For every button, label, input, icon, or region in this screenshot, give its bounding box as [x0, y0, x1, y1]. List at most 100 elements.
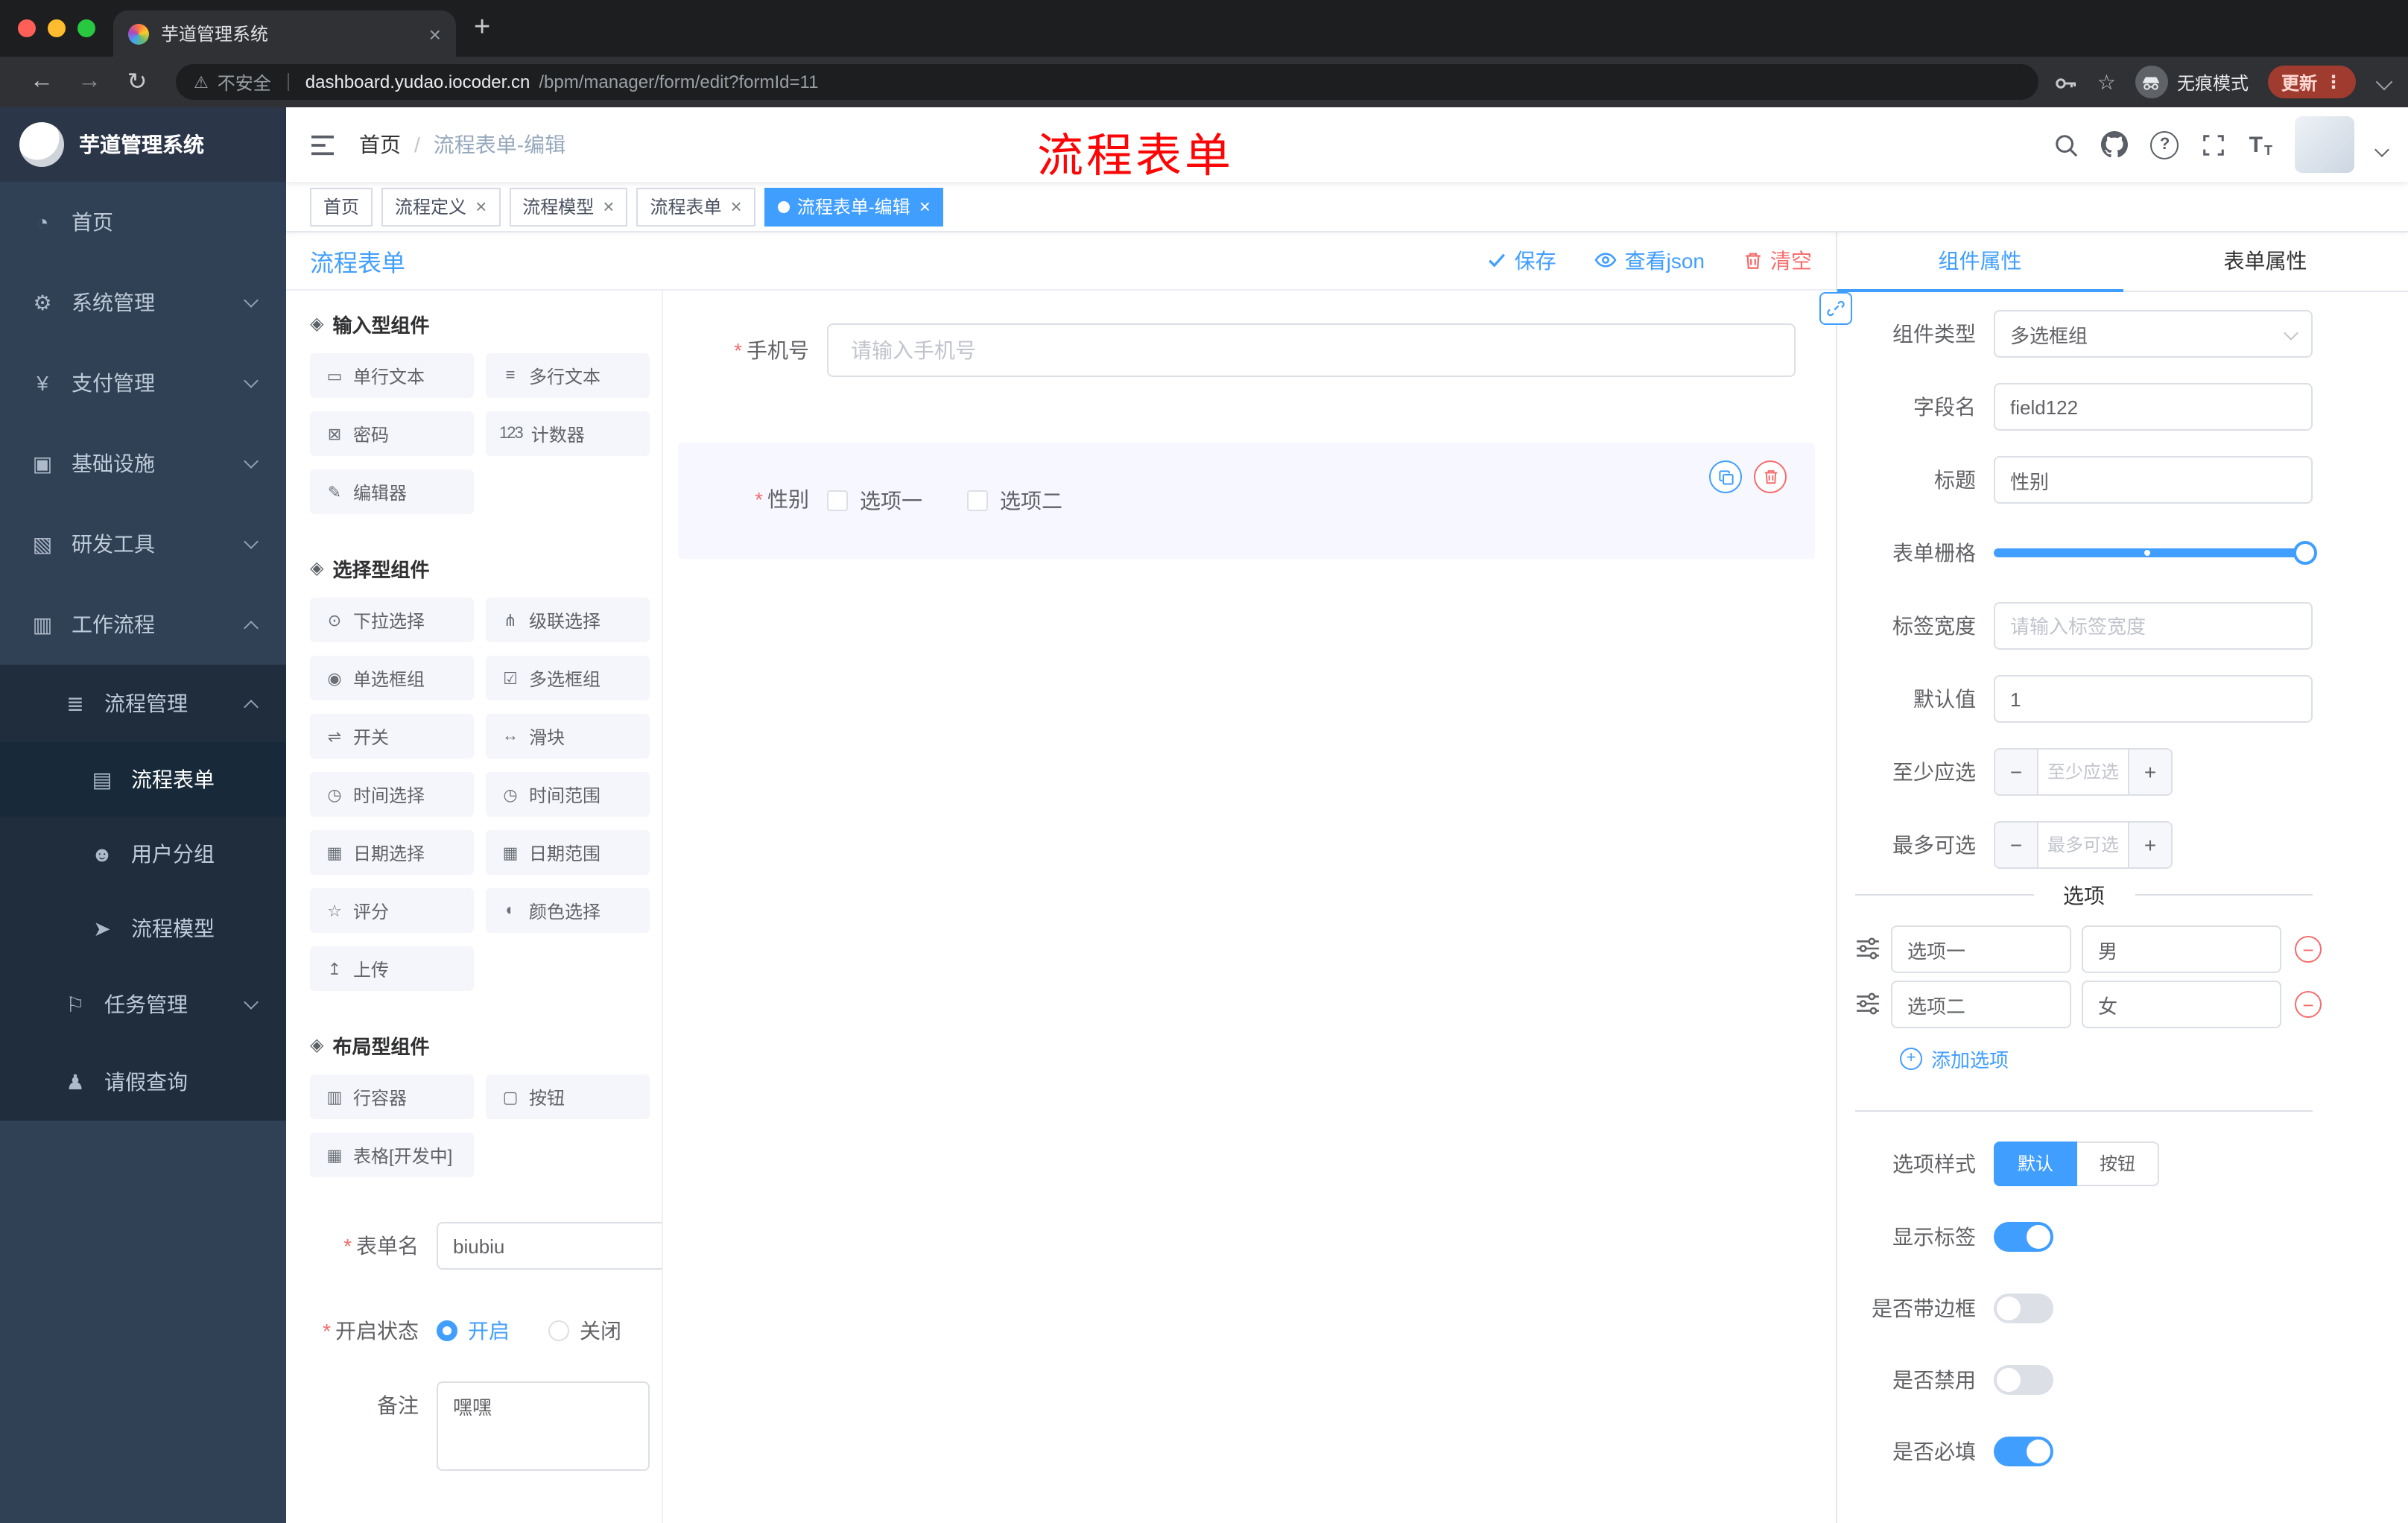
- slider-handle[interactable]: [2293, 541, 2317, 565]
- chip-multi-line-text[interactable]: ≡ 多行文本: [486, 353, 650, 398]
- border-switch[interactable]: [1994, 1294, 2053, 1323]
- increase-icon[interactable]: +: [2128, 750, 2171, 794]
- clear-button[interactable]: 清空: [1743, 245, 1812, 275]
- back-icon[interactable]: ←: [18, 69, 66, 95]
- chip-editor[interactable]: ✎ 编辑器: [310, 469, 474, 514]
- new-tab-button[interactable]: +: [474, 7, 490, 49]
- radio-on[interactable]: 开启: [437, 1316, 510, 1346]
- copy-widget-button[interactable]: [1709, 460, 1742, 493]
- chevron-down-icon[interactable]: [2375, 73, 2393, 91]
- chip-checkbox-group[interactable]: ☑ 多选框组: [486, 656, 650, 700]
- reload-icon[interactable]: ↻: [113, 67, 161, 97]
- disabled-switch[interactable]: [1994, 1365, 2053, 1395]
- sidebar-item-process-form[interactable]: ▤ 流程表单: [0, 742, 286, 817]
- key-icon[interactable]: [2054, 70, 2078, 94]
- show-label-switch[interactable]: [1994, 1222, 2053, 1252]
- chip-upload[interactable]: ↥ 上传: [310, 946, 474, 991]
- field-name-input[interactable]: [1994, 383, 2313, 431]
- zoom-window-button[interactable]: [77, 19, 95, 37]
- sidebar-item-leave-query[interactable]: ♟ 请假查询: [0, 1043, 286, 1121]
- option-name-input[interactable]: [1891, 925, 2071, 973]
- tab-form-props[interactable]: 表单属性: [2123, 231, 2408, 291]
- browser-tab[interactable]: 芋道管理系统 ×: [113, 10, 456, 57]
- chip-color-picker[interactable]: ◐ 颜色选择: [486, 888, 650, 933]
- min-select-input[interactable]: [2038, 750, 2128, 794]
- chip-table[interactable]: ▦ 表格[开发中]: [310, 1133, 474, 1177]
- style-button-button[interactable]: 按钮: [2077, 1142, 2160, 1186]
- title-input[interactable]: [1994, 456, 2313, 504]
- font-size-icon[interactable]: TT: [2249, 132, 2272, 157]
- chip-cascader[interactable]: ⋔ 级联选择: [486, 598, 650, 642]
- browser-update-button[interactable]: 更新 ⋮: [2267, 66, 2356, 98]
- sidebar-item-process-model[interactable]: ➤ 流程模型: [0, 891, 286, 966]
- link-icon[interactable]: [1819, 292, 1852, 325]
- phone-field-row[interactable]: * 手机号: [678, 323, 1796, 377]
- sidebar-item-workflow[interactable]: ▥ 工作流程: [0, 584, 286, 665]
- chip-single-line-text[interactable]: ▭ 单行文本: [310, 353, 474, 398]
- close-icon[interactable]: ×: [731, 195, 742, 218]
- radio-off[interactable]: 关闭: [548, 1316, 621, 1346]
- sidebar-item-home[interactable]: ◔ 首页: [0, 182, 286, 262]
- tag-process-model[interactable]: 流程模型 ×: [509, 187, 628, 226]
- option-name-input[interactable]: [1891, 981, 2071, 1028]
- minimize-window-button[interactable]: [48, 19, 66, 37]
- checkbox-box[interactable]: [827, 490, 848, 511]
- component-type-select[interactable]: 多选框组: [1994, 310, 2313, 358]
- drag-handle-icon[interactable]: [1855, 991, 1882, 1018]
- chip-button[interactable]: ▢ 按钮: [486, 1074, 650, 1119]
- label-width-input[interactable]: [1994, 602, 2313, 650]
- chip-counter[interactable]: 123 计数器: [486, 411, 650, 456]
- close-icon[interactable]: ×: [603, 195, 614, 218]
- chip-select[interactable]: ⊙ 下拉选择: [310, 598, 474, 642]
- tag-process-definition[interactable]: 流程定义 ×: [381, 187, 501, 226]
- required-switch[interactable]: [1994, 1437, 2053, 1466]
- search-icon[interactable]: [2054, 132, 2079, 157]
- help-icon[interactable]: ?: [2150, 130, 2179, 159]
- tab-close-icon[interactable]: ×: [429, 22, 441, 45]
- sidebar-logo[interactable]: 芋道管理系统: [0, 107, 286, 182]
- option-value-input[interactable]: [2082, 925, 2281, 973]
- option-value-input[interactable]: [2082, 981, 2281, 1028]
- drag-handle-icon[interactable]: [1855, 936, 1882, 963]
- decrease-icon[interactable]: −: [1995, 750, 2038, 794]
- close-icon[interactable]: ×: [919, 195, 931, 218]
- add-option-button[interactable]: + 添加选项: [1900, 1043, 2408, 1073]
- chip-switch[interactable]: ⇌ 开关: [310, 714, 474, 759]
- delete-widget-button[interactable]: [1754, 460, 1787, 493]
- decrease-icon[interactable]: −: [1995, 823, 2038, 867]
- save-button[interactable]: 保存: [1488, 245, 1556, 275]
- chip-radio-group[interactable]: ◉ 单选框组: [310, 656, 474, 700]
- sidebar-item-payment[interactable]: ¥ 支付管理: [0, 343, 286, 423]
- security-label[interactable]: 不安全: [218, 69, 271, 95]
- github-icon[interactable]: [2101, 131, 2129, 158]
- user-avatar[interactable]: [2295, 116, 2354, 173]
- form-remark-textarea[interactable]: 嘿嘿: [437, 1381, 650, 1471]
- sidebar-item-infrastructure[interactable]: ▣ 基础设施: [0, 423, 286, 504]
- remove-option-icon[interactable]: −: [2295, 936, 2322, 963]
- form-name-input[interactable]: [437, 1222, 662, 1270]
- hamburger-icon[interactable]: [310, 133, 335, 156]
- close-icon[interactable]: ×: [475, 195, 487, 218]
- sidebar-item-user-group[interactable]: ☻ 用户分组: [0, 817, 286, 891]
- chip-date-picker[interactable]: ▦ 日期选择: [310, 830, 474, 875]
- breadcrumb-home[interactable]: 首页: [359, 130, 401, 159]
- default-value-input[interactable]: [1994, 675, 2313, 723]
- tag-home[interactable]: 首页: [310, 187, 373, 226]
- tag-process-form-edit[interactable]: 流程表单-编辑 ×: [764, 187, 944, 226]
- incognito-badge[interactable]: 无痕模式: [2135, 66, 2249, 98]
- menu-dots-icon[interactable]: ⋮: [2325, 72, 2342, 92]
- checkbox-option-2[interactable]: 选项二: [967, 486, 1062, 516]
- selected-widget-gender[interactable]: * 性别 选项一 选项二: [678, 443, 1815, 559]
- chip-date-range[interactable]: ▦ 日期范围: [486, 830, 650, 875]
- chip-rate[interactable]: ☆ 评分: [310, 888, 474, 933]
- sidebar-item-process-management[interactable]: ≣ 流程管理: [0, 665, 286, 742]
- sidebar-item-system[interactable]: ⚙ 系统管理: [0, 262, 286, 343]
- address-bar[interactable]: ⚠ 不安全 dashboard.yudao.iocoder.cn/bpm/man…: [176, 64, 2039, 100]
- chip-password[interactable]: ⊠ 密码: [310, 411, 474, 456]
- slider-track[interactable]: [1994, 548, 2307, 557]
- close-window-button[interactable]: [18, 19, 36, 37]
- chip-row-container[interactable]: ▥ 行容器: [310, 1074, 474, 1119]
- view-json-button[interactable]: 查看json: [1595, 245, 1705, 275]
- style-default-button[interactable]: 默认: [1994, 1142, 2078, 1186]
- chip-slider[interactable]: ↔ 滑块: [486, 714, 650, 759]
